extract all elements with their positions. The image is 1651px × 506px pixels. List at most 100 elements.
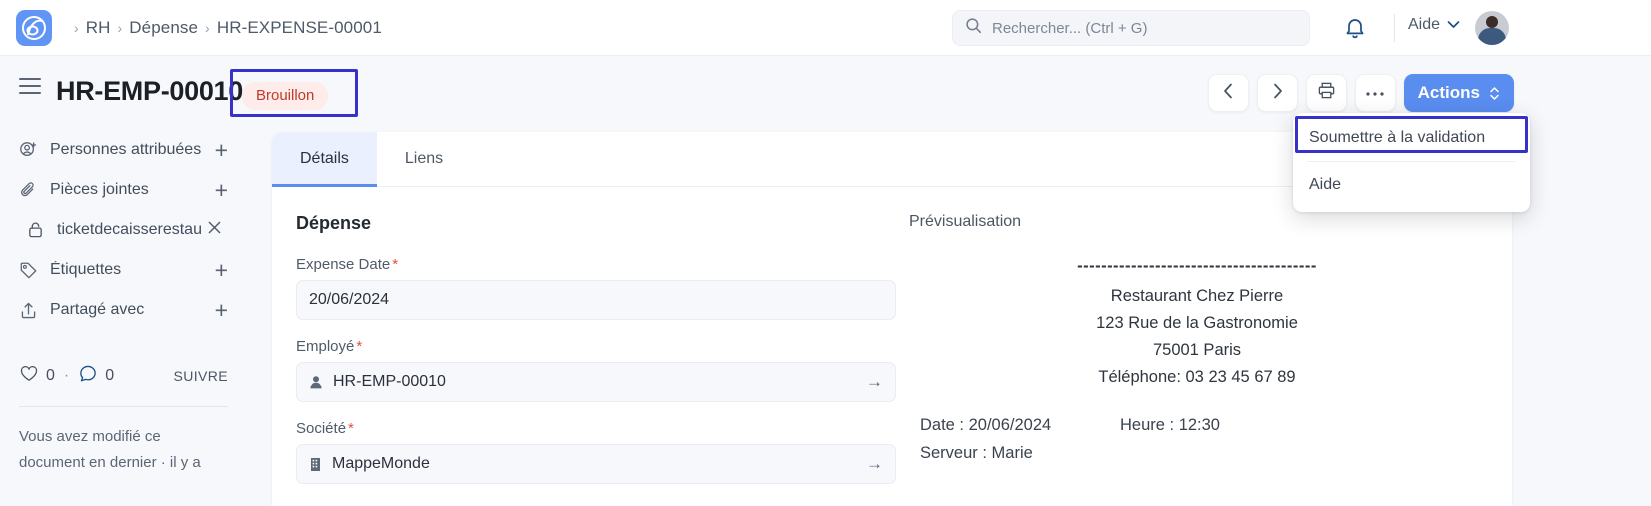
top-navbar: › RH › Dépense › HR-EXPENSE-00001 Recher… xyxy=(0,0,1651,56)
avatar[interactable] xyxy=(1475,11,1509,45)
print-button[interactable] xyxy=(1305,74,1347,112)
receipt-meta-date: Date : 20/06/2024 xyxy=(920,416,1052,434)
page-toolbar: Actions xyxy=(1207,74,1514,112)
prev-document-button[interactable] xyxy=(1207,74,1249,112)
avatar-body xyxy=(1478,28,1506,45)
breadcrumb-separator: › xyxy=(74,19,79,36)
breadcrumb-item-expense-id[interactable]: HR-EXPENSE-00001 xyxy=(217,18,382,38)
menu-item-submit-for-validation[interactable]: Soumettre à la validation xyxy=(1293,119,1530,157)
menu-item-help[interactable]: Aide xyxy=(1293,166,1530,204)
actions-dropdown-menu: Soumettre à la validation Aide xyxy=(1293,113,1530,212)
app-logo-icon[interactable] xyxy=(16,9,52,46)
open-link-arrow-icon[interactable]: → xyxy=(866,372,883,392)
navbar-divider xyxy=(1394,14,1395,42)
field-value: MappeMonde xyxy=(332,455,430,472)
lock-icon xyxy=(27,221,49,239)
building-icon xyxy=(309,457,322,472)
receipt-divider: ---------------------------------------- xyxy=(1077,257,1317,275)
section-title: Dépense xyxy=(296,213,372,233)
field-label: Expense Date * xyxy=(296,256,896,273)
actions-label: Actions xyxy=(1417,83,1480,102)
actions-button[interactable]: Actions xyxy=(1403,74,1514,112)
app-root: › RH › Dépense › HR-EXPENSE-00001 Recher… xyxy=(0,0,1651,506)
add-assigned-person-button[interactable]: + xyxy=(215,138,228,162)
document-stats: 0 · 0 SUIVRE xyxy=(19,358,228,394)
receipt-meta: Date : 20/06/2024 Serveur : Marie Heure … xyxy=(906,411,1488,467)
list-item[interactable]: ticketdecaisserestau xyxy=(0,210,250,250)
status-badge: Brouillon xyxy=(242,82,329,110)
receipt-meta-left-column: Date : 20/06/2024 Serveur : Marie xyxy=(920,411,1120,467)
breadcrumb: › RH › Dépense › HR-EXPENSE-00001 xyxy=(74,18,382,38)
last-modified-note: Vous avez modifié ce document en dernier… xyxy=(19,428,201,471)
receipt-line: 123 Rue de la Gastronomie xyxy=(1096,314,1298,332)
help-label: Aide xyxy=(1408,16,1441,33)
share-icon xyxy=(19,301,41,320)
tag-icon xyxy=(19,261,41,280)
follow-button[interactable]: SUIVRE xyxy=(173,368,228,384)
document-sidebar: Personnes attribuées + Pièces jointes + … xyxy=(0,130,250,506)
sidebar-item-label: Pièces jointes xyxy=(50,181,149,198)
sidebar-item-attachments[interactable]: Pièces jointes + xyxy=(0,170,250,210)
paperclip-icon xyxy=(19,181,41,200)
preview-column: Prévisualisation -----------------------… xyxy=(896,213,1488,502)
field-label: Employé * xyxy=(296,338,896,355)
search-icon xyxy=(965,17,982,39)
person-icon xyxy=(309,375,323,390)
like-count: 0 xyxy=(46,367,55,384)
tab-details[interactable]: Détails xyxy=(272,132,377,187)
receipt-preview: ----------------------------------------… xyxy=(906,253,1488,391)
user-plus-icon xyxy=(19,141,41,160)
breadcrumb-separator: › xyxy=(205,19,210,36)
required-marker: * xyxy=(392,256,399,273)
tab-liens[interactable]: Liens xyxy=(377,132,471,186)
field-label: Société * xyxy=(296,420,896,437)
receipt-line: 75001 Paris xyxy=(1152,341,1242,359)
receipt-meta-server: Serveur : Marie xyxy=(920,444,1033,462)
field-value: 20/06/2024 xyxy=(309,291,390,308)
stats-separator: · xyxy=(63,367,70,384)
add-attachment-button[interactable]: + xyxy=(215,178,228,202)
breadcrumb-separator: › xyxy=(117,19,123,36)
field-label-text: Employé xyxy=(296,338,355,355)
field-societe: Société * MappeMonde → xyxy=(296,420,896,484)
breadcrumb-item-rh[interactable]: RH xyxy=(86,18,111,38)
more-options-button[interactable] xyxy=(1354,74,1396,112)
comment-count: 0 xyxy=(105,367,115,384)
open-link-arrow-icon[interactable]: → xyxy=(866,454,883,474)
societe-input[interactable]: MappeMonde → xyxy=(296,444,896,484)
sidebar-item-label: Étiquettes xyxy=(50,261,122,278)
form-column: Dépense Expense Date * 20/06/2024 Employé… xyxy=(296,213,896,502)
add-shared-with-button[interactable]: + xyxy=(215,298,228,322)
search-input[interactable] xyxy=(992,19,1292,37)
printer-icon xyxy=(1317,81,1336,105)
sidebar-item-tags[interactable]: Étiquettes + xyxy=(0,250,250,290)
field-label-text: Société xyxy=(296,420,347,437)
field-expense-date: Expense Date * 20/06/2024 xyxy=(296,256,896,320)
chevron-right-icon xyxy=(1272,83,1283,104)
comment-icon[interactable] xyxy=(78,364,98,388)
sidebar-item-assigned-to[interactable]: Personnes attribuées + xyxy=(0,130,250,170)
heart-icon[interactable] xyxy=(19,364,39,388)
receipt-meta-time: Heure : 12:30 xyxy=(1120,416,1220,434)
help-menu-button[interactable]: Aide xyxy=(1408,16,1460,34)
next-document-button[interactable] xyxy=(1256,74,1298,112)
expense-date-input[interactable]: 20/06/2024 xyxy=(296,280,896,320)
breadcrumb-item-depense[interactable]: Dépense xyxy=(129,18,198,38)
add-tag-button[interactable]: + xyxy=(215,258,228,282)
close-icon[interactable] xyxy=(207,220,222,240)
sidebar-item-label: Personnes attribuées xyxy=(50,141,202,158)
notification-bell-icon[interactable] xyxy=(1344,16,1366,45)
page-title: HR-EMP-00010 xyxy=(56,76,243,106)
receipt-line: Téléphone: 03 23 45 67 89 xyxy=(1098,368,1296,386)
preview-label: Prévisualisation xyxy=(909,213,1022,230)
chevron-down-icon xyxy=(1447,16,1460,34)
chevron-updown-icon xyxy=(1489,85,1500,102)
sidebar-item-shared-with[interactable]: Partagé avec + xyxy=(0,290,250,330)
field-value: HR-EMP-00010 xyxy=(333,373,446,390)
hamburger-menu-icon[interactable] xyxy=(19,78,41,94)
chevron-left-icon xyxy=(1223,83,1234,104)
required-marker: * xyxy=(356,338,363,355)
employe-input[interactable]: HR-EMP-00010 → xyxy=(296,362,896,402)
global-search[interactable] xyxy=(952,10,1310,46)
field-employe: Employé * HR-EMP-00010 → xyxy=(296,338,896,402)
